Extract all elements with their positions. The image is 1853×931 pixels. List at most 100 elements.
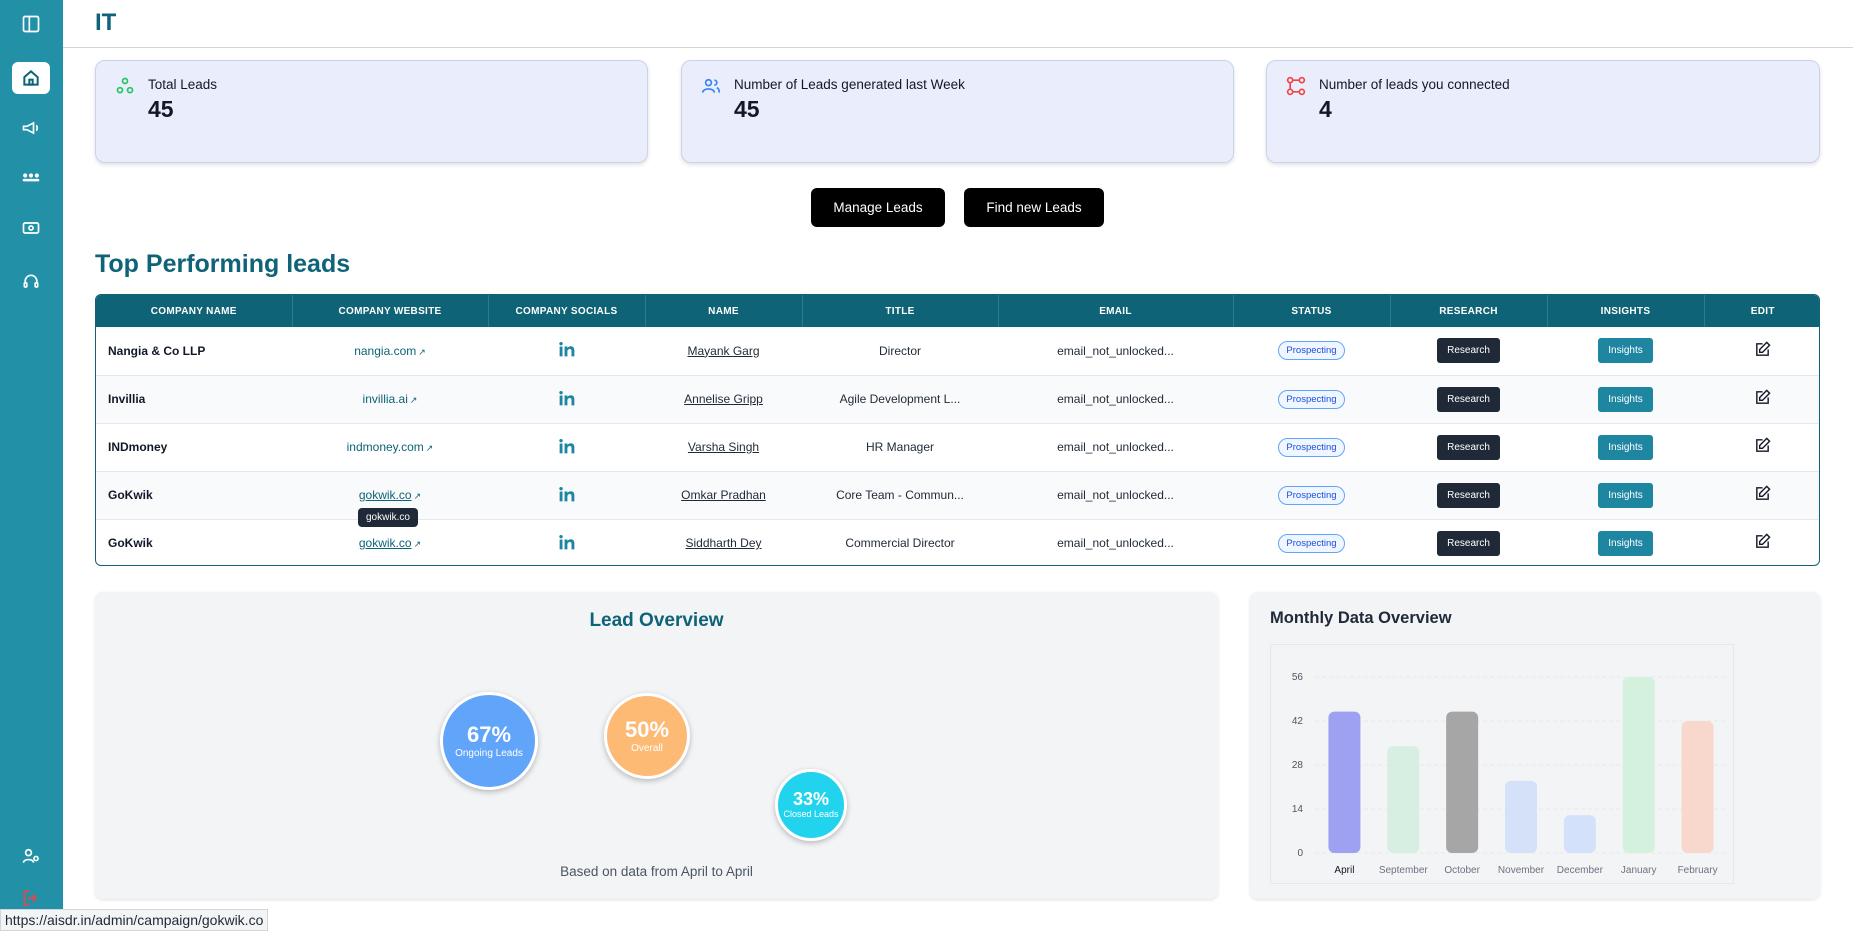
chart-bar-october[interactable] xyxy=(1446,711,1479,853)
y-tick-label: 28 xyxy=(1292,760,1304,771)
edit-cell xyxy=(1704,375,1819,423)
bubble-closed-leads: 33% Closed Leads xyxy=(775,769,847,841)
monthly-bar-chart: 0 14 28 42 56 April September October November De… xyxy=(1292,672,1727,876)
company-website-link[interactable]: invillia.ai ↗ xyxy=(363,392,418,406)
chart-bar-february[interactable] xyxy=(1681,721,1714,853)
insights-button[interactable]: Insights xyxy=(1598,434,1653,460)
header-research: RESEARCH xyxy=(1390,295,1548,327)
edit-cell xyxy=(1704,423,1819,471)
company-socials-cell xyxy=(488,423,645,471)
section-title: Top Performing leads xyxy=(95,250,351,278)
megaphone-icon[interactable] xyxy=(12,112,50,144)
nodes-icon xyxy=(116,77,134,94)
lead-name-link[interactable]: Siddharth Dey xyxy=(685,536,761,550)
external-link-icon: ↗ xyxy=(409,395,418,405)
lead-name-link[interactable]: Mayank Garg xyxy=(687,344,759,358)
chart-bar-april[interactable] xyxy=(1328,711,1361,853)
status-badge: Prospecting xyxy=(1278,485,1345,505)
lead-name-cell: Annelise Gripp xyxy=(645,375,802,423)
chart-bar-november[interactable] xyxy=(1505,780,1537,853)
bubble-percent: 67% xyxy=(466,721,512,747)
table-row: Nangia & Co LLP nangia.com ↗ Mayank Garg … xyxy=(96,327,1819,375)
linkedin-icon[interactable] xyxy=(557,533,577,551)
y-tick-label: 42 xyxy=(1292,716,1304,727)
sidebar-toggle-icon[interactable] xyxy=(12,8,50,40)
stat-label: Number of leads you connected xyxy=(1319,77,1510,92)
stat-card-leads-last-week: Number of Leads generated last Week 45 xyxy=(681,60,1234,163)
research-button[interactable]: Research xyxy=(1437,530,1500,556)
users-group-icon[interactable] xyxy=(12,162,50,194)
edit-icon[interactable] xyxy=(1754,389,1771,406)
lead-name-cell: Siddharth Dey xyxy=(645,519,802,565)
research-button[interactable]: Research xyxy=(1437,338,1500,364)
linkedin-icon[interactable] xyxy=(557,485,577,503)
chart-bar-september[interactable] xyxy=(1387,746,1420,853)
company-website-cell: nangia.com ↗ xyxy=(292,327,488,375)
edit-icon[interactable] xyxy=(1754,485,1771,502)
research-button[interactable]: Research xyxy=(1437,434,1500,460)
manage-leads-button[interactable]: Manage Leads xyxy=(811,188,945,227)
research-button[interactable]: Research xyxy=(1437,482,1500,508)
status-badge: Prospecting xyxy=(1278,341,1345,361)
insights-button[interactable]: Insights xyxy=(1598,530,1653,556)
insights-button[interactable]: Insights xyxy=(1598,338,1653,364)
insights-button[interactable]: Insights xyxy=(1598,386,1653,412)
sidebar xyxy=(0,0,63,931)
page-title: IT xyxy=(95,9,117,36)
linkedin-icon[interactable] xyxy=(557,389,577,407)
company-website-link[interactable]: nangia.com ↗ xyxy=(354,344,426,358)
stat-value: 45 xyxy=(734,96,760,122)
external-link-icon: ↗ xyxy=(425,443,434,453)
insights-cell: Insights xyxy=(1547,519,1704,565)
chart-bar-january[interactable] xyxy=(1622,677,1655,853)
insights-button[interactable]: Insights xyxy=(1598,482,1653,508)
company-website-link[interactable]: gokwik.co ↗ xyxy=(359,536,421,550)
table-row: GoKwik gokwik.co ↗ Omkar Pradhan Core Tea… xyxy=(96,471,1819,519)
linkedin-icon[interactable] xyxy=(557,340,577,358)
company-website-link[interactable]: gokwik.co ↗ xyxy=(359,488,421,502)
y-tick-label: 56 xyxy=(1292,672,1304,683)
lead-name-cell: Mayank Garg xyxy=(645,327,802,375)
stat-value: 4 xyxy=(1319,96,1332,122)
website-text: nangia.com xyxy=(354,343,417,358)
lead-name-link[interactable]: Varsha Singh xyxy=(688,440,759,454)
linkedin-icon[interactable] xyxy=(557,437,577,455)
edit-icon[interactable] xyxy=(1754,533,1771,550)
insights-cell: Insights xyxy=(1547,375,1704,423)
lead-email: email_not_unlocked... xyxy=(1057,488,1174,502)
edit-icon[interactable] xyxy=(1754,437,1771,454)
find-new-leads-button[interactable]: Find new Leads xyxy=(964,188,1104,227)
lead-name-link[interactable]: Annelise Gripp xyxy=(684,392,763,406)
lead-name-link[interactable]: Omkar Pradhan xyxy=(681,488,766,502)
user-settings-icon[interactable] xyxy=(12,840,50,872)
home-icon[interactable] xyxy=(12,62,50,94)
website-text: gokwik.co xyxy=(358,488,412,502)
header-company-name: COMPANY NAME xyxy=(96,295,293,327)
leads-table: COMPANY NAME COMPANY WEBSITE COMPANY SOC… xyxy=(95,294,1820,566)
x-tick-label: April xyxy=(1334,865,1354,876)
money-icon[interactable] xyxy=(12,212,50,244)
edit-icon[interactable] xyxy=(1754,341,1771,358)
bubble-overall: 50% Overall xyxy=(604,693,690,779)
header-company-website: COMPANY WEBSITE xyxy=(292,295,489,327)
header-title: TITLE xyxy=(802,295,999,327)
bubble-ongoing-leads: 67% Ongoing Leads xyxy=(440,692,538,790)
lead-overview-panel: Lead Overview 67% Ongoing Leads 50% Over… xyxy=(95,592,1218,899)
header-company-socials: COMPANY SOCIALS xyxy=(488,295,646,327)
company-socials-cell xyxy=(488,327,645,375)
company-name: INDmoney xyxy=(108,440,168,454)
company-website-cell: invillia.ai ↗ xyxy=(292,375,488,423)
bubble-label: Ongoing Leads xyxy=(455,747,523,759)
status-cell: Prospecting xyxy=(1233,327,1390,375)
status-cell: Prospecting xyxy=(1233,375,1390,423)
table-row: INDmoney indmoney.com ↗ Varsha Singh HR M… xyxy=(96,423,1819,471)
edit-cell xyxy=(1704,519,1819,565)
lead-title: Agile Development L... xyxy=(839,392,961,406)
company-website-link[interactable]: indmoney.com ↗ xyxy=(347,440,434,454)
support-headset-icon[interactable] xyxy=(12,266,50,298)
research-button[interactable]: Research xyxy=(1437,386,1500,412)
lead-title: HR Manager xyxy=(865,440,935,454)
lead-email: email_not_unlocked... xyxy=(1057,392,1174,406)
chart-bar-december[interactable] xyxy=(1563,815,1596,853)
table-header-row: COMPANY NAME COMPANY WEBSITE COMPANY SOC… xyxy=(96,295,1819,327)
